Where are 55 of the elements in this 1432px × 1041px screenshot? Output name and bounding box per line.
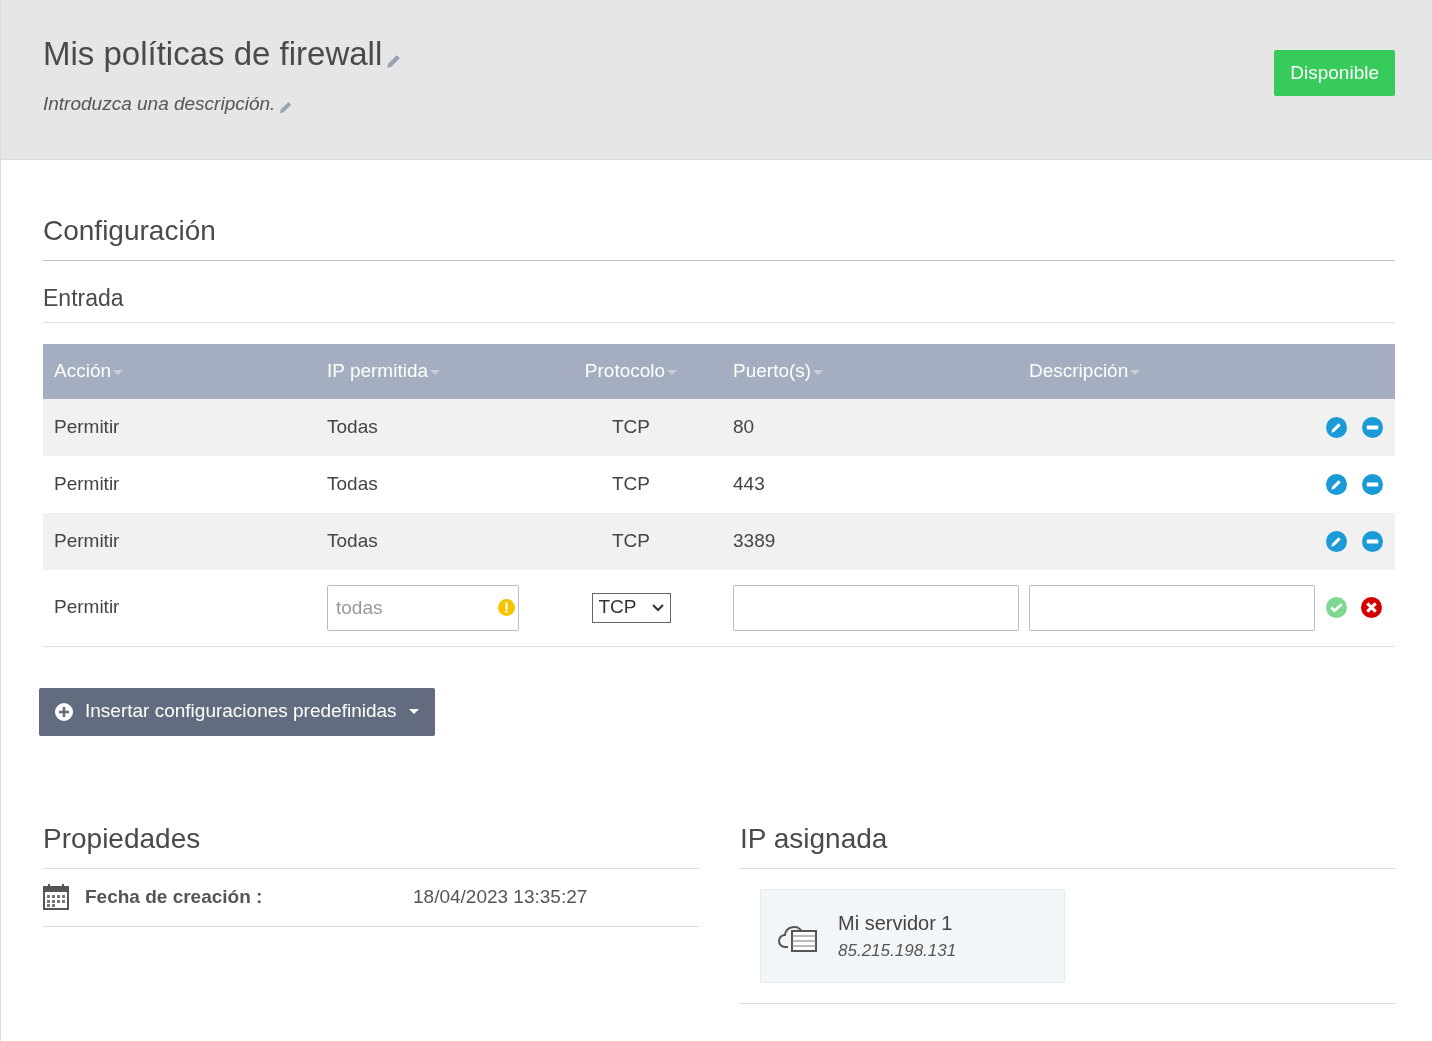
edit-icon[interactable] bbox=[278, 99, 294, 115]
edit-icon[interactable] bbox=[1326, 473, 1347, 495]
cancel-icon[interactable] bbox=[1361, 597, 1382, 618]
protocol-select[interactable]: TCP bbox=[591, 592, 671, 623]
confirm-icon[interactable] bbox=[1326, 597, 1347, 618]
sort-caret-icon bbox=[813, 370, 824, 375]
table-cell: Permitir bbox=[54, 596, 120, 618]
calendar-icon bbox=[43, 884, 69, 910]
column-header[interactable]: Acción bbox=[54, 359, 112, 381]
chevron-down-icon bbox=[651, 603, 664, 612]
status-button[interactable]: Disponible bbox=[1274, 50, 1395, 96]
table-cell: Permitir bbox=[54, 529, 120, 551]
column-header[interactable]: Puerto(s) bbox=[733, 359, 812, 381]
section-title: IP asignada bbox=[740, 817, 1396, 869]
column-header[interactable]: Descripción bbox=[1029, 359, 1129, 381]
remove-icon[interactable] bbox=[1362, 416, 1383, 438]
property-value: 18/04/2023 13:35:27 bbox=[413, 884, 588, 909]
caret-icon bbox=[408, 709, 419, 714]
table-cell: Permitir bbox=[54, 472, 120, 494]
table-cell: TCP bbox=[612, 415, 650, 437]
plus-circle-icon bbox=[55, 702, 73, 721]
description-placeholder[interactable]: Introduzca una descripción. bbox=[43, 90, 276, 119]
table-cell: Todas bbox=[327, 472, 378, 494]
remove-icon[interactable] bbox=[1362, 530, 1383, 552]
table-cell: TCP bbox=[612, 529, 650, 551]
section-title: Propiedades bbox=[43, 817, 699, 869]
sort-caret-icon bbox=[430, 370, 441, 375]
table-cell: 443 bbox=[733, 472, 765, 494]
ip-input[interactable]: todas bbox=[327, 584, 519, 631]
sort-caret-icon bbox=[113, 370, 124, 375]
edit-icon[interactable] bbox=[385, 53, 403, 70]
table-cell: Todas bbox=[327, 415, 378, 437]
warning-icon bbox=[498, 598, 515, 616]
table-cell: Todas bbox=[327, 529, 378, 551]
server-card[interactable]: Mi servidor 1 85.215.198.131 bbox=[760, 888, 1065, 983]
server-name: Mi servidor 1 bbox=[838, 910, 954, 936]
section-title: Configuración bbox=[43, 210, 1395, 261]
table-cell: TCP bbox=[612, 472, 650, 494]
insert-presets-button[interactable]: Insertar configuraciones predefinidas bbox=[39, 687, 435, 736]
edit-icon[interactable] bbox=[1326, 530, 1347, 552]
column-header[interactable]: Protocolo bbox=[584, 359, 666, 381]
table-cell: 3389 bbox=[733, 529, 776, 551]
property-label: Fecha de creación : bbox=[85, 884, 264, 909]
server-ip: 85.215.198.131 bbox=[838, 939, 957, 962]
table-cell: 80 bbox=[733, 415, 755, 437]
column-header[interactable]: IP permitida bbox=[327, 359, 429, 381]
edit-icon[interactable] bbox=[1326, 416, 1347, 438]
description-input[interactable] bbox=[1029, 584, 1315, 631]
remove-icon[interactable] bbox=[1362, 473, 1383, 495]
subsection-title: Entrada bbox=[43, 281, 1395, 323]
ports-input[interactable] bbox=[733, 584, 1019, 631]
page-title: Mis políticas de firewall bbox=[43, 34, 383, 74]
table-cell: Permitir bbox=[54, 415, 120, 437]
sort-caret-icon bbox=[667, 370, 678, 375]
sort-caret-icon bbox=[1130, 370, 1141, 375]
